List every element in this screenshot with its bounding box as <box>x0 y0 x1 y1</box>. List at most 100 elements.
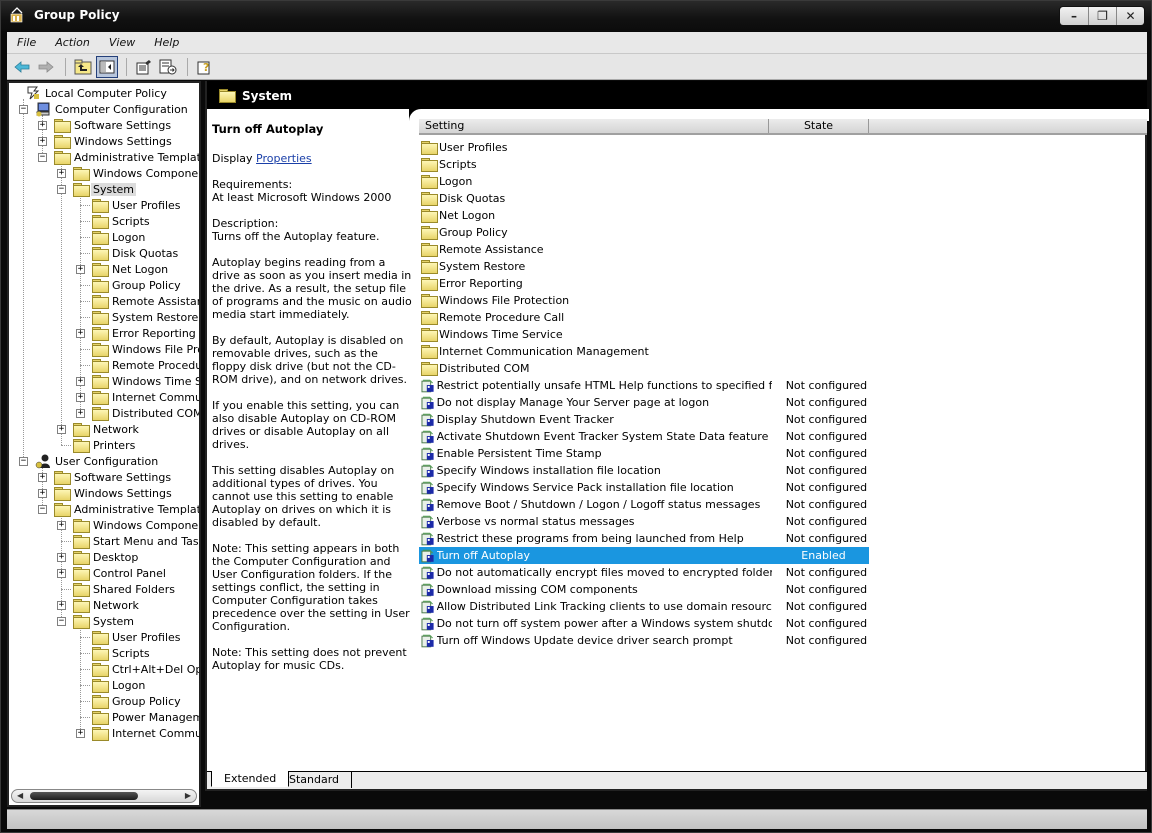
tree-item[interactable]: Scripts <box>92 645 152 661</box>
properties-link[interactable]: Properties <box>256 152 312 165</box>
list-item-folder[interactable]: User Profiles <box>419 139 869 156</box>
tree-item[interactable]: Shared Folders <box>73 581 177 597</box>
menu-action[interactable]: Action <box>55 36 90 49</box>
tree-item[interactable]: Windows File Protection <box>92 341 199 357</box>
list-item-policy[interactable]: Enable Persistent Time Stamp Not configur… <box>419 445 869 462</box>
tree-item[interactable]: Power Management <box>92 709 199 725</box>
expand-icon[interactable]: + <box>76 329 85 338</box>
tree-horizontal-scrollbar[interactable]: ◀ ▶ <box>11 789 197 803</box>
tree-item[interactable]: Internet Communication Management <box>92 389 199 405</box>
list-item-policy[interactable]: Do not display Manage Your Server page a… <box>419 394 869 411</box>
expand-icon[interactable]: + <box>57 553 66 562</box>
list-item-folder[interactable]: Remote Procedure Call <box>419 309 869 326</box>
forward-button[interactable] <box>35 56 57 78</box>
properties-button[interactable] <box>133 56 155 78</box>
expand-icon[interactable]: + <box>76 265 85 274</box>
tree-item[interactable]: Distributed COM <box>92 405 199 421</box>
tree-item[interactable]: Logon <box>92 229 147 245</box>
list-item-policy[interactable]: Turn off Windows Update device driver se… <box>419 632 869 649</box>
list-item-policy[interactable]: Restrict these programs from being launc… <box>419 530 869 547</box>
tree-item[interactable]: Administrative Templates <box>54 501 199 517</box>
list-item-folder[interactable]: Error Reporting <box>419 275 869 292</box>
tree-item[interactable]: User Profiles <box>92 629 183 645</box>
expand-icon[interactable]: + <box>57 601 66 610</box>
expand-icon[interactable]: + <box>76 393 85 402</box>
list-item-folder[interactable]: Scripts <box>419 156 869 173</box>
list-item-policy[interactable]: Do not automatically encrypt files moved… <box>419 564 869 581</box>
tree-item[interactable]: Windows Components <box>73 517 199 533</box>
back-button[interactable] <box>11 56 33 78</box>
show-hide-tree-button[interactable] <box>96 55 118 78</box>
list-item-folder[interactable]: Logon <box>419 173 869 190</box>
expand-icon[interactable]: + <box>57 521 66 530</box>
restore-button[interactable]: ❐ <box>1088 7 1116 25</box>
tree-item[interactable]: Error Reporting <box>92 325 198 341</box>
tree-item[interactable]: Ctrl+Alt+Del Options <box>92 661 199 677</box>
console-tree[interactable]: Local Computer Policy Computer Configurat… <box>7 81 201 807</box>
tree-item[interactable]: Windows Components <box>73 165 199 181</box>
menu-file[interactable]: File <box>17 36 36 49</box>
tree-item[interactable]: User Profiles <box>92 197 183 213</box>
list-item-policy[interactable]: Verbose vs normal status messages Not con… <box>419 513 869 530</box>
expand-icon[interactable]: + <box>76 377 85 386</box>
menu-help[interactable]: Help <box>154 36 179 49</box>
list-item-policy[interactable]: Remove Boot / Shutdown / Logon / Logoff … <box>419 496 869 513</box>
column-header-setting[interactable]: Setting <box>419 119 769 133</box>
tree-item[interactable]: Internet Communication Management <box>92 725 199 741</box>
tree-item[interactable]: Desktop <box>73 549 140 565</box>
list-item-policy[interactable]: Specify Windows installation file locati… <box>419 462 869 479</box>
tree-item[interactable]: Remote Assistance <box>92 293 199 309</box>
scrollbar-thumb[interactable] <box>30 792 138 800</box>
list-item-folder[interactable]: Distributed COM <box>419 360 869 377</box>
list-item-folder[interactable]: Group Policy <box>419 224 869 241</box>
column-header-state[interactable]: State <box>769 119 869 133</box>
expand-icon[interactable]: + <box>38 489 47 498</box>
tree-item[interactable]: Printers <box>73 437 137 453</box>
list-item-folder[interactable]: Internet Communication Management <box>419 343 869 360</box>
minimize-button[interactable]: – <box>1060 7 1088 25</box>
tree-item[interactable]: System <box>73 181 137 197</box>
list-item-folder[interactable]: Net Logon <box>419 207 869 224</box>
tree-item[interactable]: Group Policy <box>92 277 183 293</box>
tree-item[interactable]: System <box>73 613 136 629</box>
close-button[interactable]: ✕ <box>1116 7 1144 25</box>
tree-item[interactable]: Control Panel <box>73 565 168 581</box>
tree-item[interactable]: User Configuration <box>35 453 160 469</box>
tree-item[interactable]: Software Settings <box>54 469 173 485</box>
expand-icon[interactable]: + <box>57 169 66 178</box>
list-item-policy[interactable]: Download missing COM components Not confi… <box>419 581 869 598</box>
tree-item[interactable]: Windows Settings <box>54 133 174 149</box>
export-list-button[interactable] <box>157 56 179 78</box>
tree-item[interactable]: Local Computer Policy <box>25 85 169 101</box>
tree-item[interactable]: Group Policy <box>92 693 183 709</box>
tree-item[interactable]: Network <box>73 421 141 437</box>
list-item-policy[interactable]: Do not turn off system power after a Win… <box>419 615 869 632</box>
menu-view[interactable]: View <box>109 36 135 49</box>
list-item-folder[interactable]: System Restore <box>419 258 869 275</box>
collapse-icon[interactable]: − <box>57 617 66 626</box>
tree-item[interactable]: Administrative Templates <box>54 149 199 165</box>
collapse-icon[interactable]: − <box>19 457 28 466</box>
tab-standard[interactable]: Standard <box>277 772 353 788</box>
expand-icon[interactable]: + <box>57 425 66 434</box>
list-item-policy[interactable]: Turn off Autoplay Enabled <box>419 547 869 564</box>
expand-icon[interactable]: + <box>57 569 66 578</box>
tree-item[interactable]: Logon <box>92 677 147 693</box>
tree-item[interactable]: Remote Procedure Call <box>92 357 199 373</box>
list-item-policy[interactable]: Display Shutdown Event Tracker Not config… <box>419 411 869 428</box>
tree-item[interactable]: Net Logon <box>92 261 170 277</box>
expand-icon[interactable]: + <box>38 121 47 130</box>
scroll-right-arrow-icon[interactable]: ▶ <box>185 791 191 800</box>
expand-icon[interactable]: + <box>76 729 85 738</box>
tree-item[interactable]: Windows Time Service <box>92 373 199 389</box>
expand-icon[interactable]: + <box>38 137 47 146</box>
tree-item[interactable]: Software Settings <box>54 117 173 133</box>
collapse-icon[interactable]: − <box>38 153 47 162</box>
tree-item[interactable]: Computer Configuration <box>35 101 190 117</box>
list-item-folder[interactable]: Windows File Protection <box>419 292 869 309</box>
collapse-icon[interactable]: − <box>38 505 47 514</box>
tree-item[interactable]: System Restore <box>92 309 199 325</box>
list-item-policy[interactable]: Restrict potentially unsafe HTML Help fu… <box>419 377 869 394</box>
tree-item[interactable]: Windows Settings <box>54 485 174 501</box>
collapse-icon[interactable]: − <box>19 105 28 114</box>
